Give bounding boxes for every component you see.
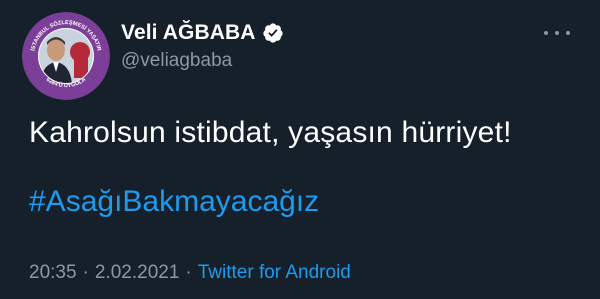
- more-options-icon[interactable]: [544, 28, 570, 38]
- verified-badge-icon: [262, 22, 284, 44]
- meta-separator: ·: [82, 262, 89, 283]
- avatar-image: İSTANBUL SÖZLEŞMESİ YAŞATIR 6284'Ü UYGUL…: [22, 12, 110, 100]
- tweet-time[interactable]: 20:35: [29, 262, 77, 284]
- meta-separator: ·: [185, 262, 192, 283]
- name-row: Veli AĞBABA: [121, 19, 284, 47]
- tweet-date[interactable]: 2.02.2021: [95, 262, 180, 284]
- tweet-meta: 20:35 · 2.02.2021 · Twitter for Android: [29, 262, 351, 284]
- tweet-source-link[interactable]: Twitter for Android: [198, 262, 351, 284]
- hashtag-link[interactable]: #AsağıBakmayacağız: [29, 185, 319, 219]
- user-handle[interactable]: @veliagbaba: [121, 50, 232, 72]
- more-dot: [544, 31, 548, 35]
- tweet-card: İSTANBUL SÖZLEŞMESİ YAŞATIR 6284'Ü UYGUL…: [0, 0, 600, 299]
- more-dot: [566, 31, 570, 35]
- display-name[interactable]: Veli AĞBABA: [121, 21, 256, 45]
- more-dot: [555, 31, 559, 35]
- avatar[interactable]: İSTANBUL SÖZLEŞMESİ YAŞATIR 6284'Ü UYGUL…: [22, 12, 110, 100]
- tweet-text: Kahrolsun istibdat, yaşasın hürriyet!: [29, 116, 512, 149]
